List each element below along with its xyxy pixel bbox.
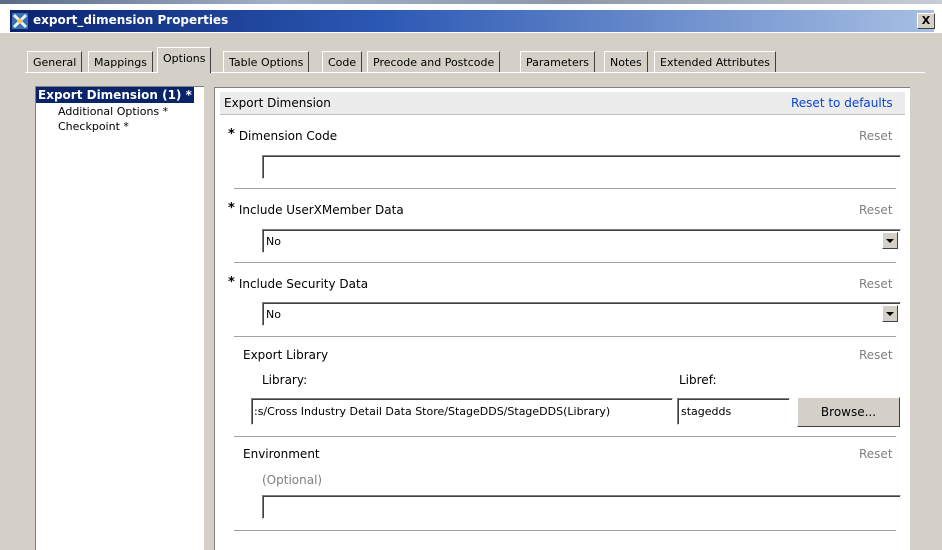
tree-item-export-dimension[interactable]: Export Dimension (1) * xyxy=(36,87,194,103)
chevron-down-icon[interactable] xyxy=(882,232,898,249)
environment-label: Environment xyxy=(243,447,320,461)
options-tree: Export Dimension (1) * Additional Option… xyxy=(35,86,204,550)
tab-options[interactable]: Options xyxy=(157,47,212,73)
include-userxmember-label: * Include UserXMember Data xyxy=(228,201,404,217)
divider xyxy=(234,188,896,189)
include-security-reset[interactable]: Reset xyxy=(859,277,893,291)
export-library-label: Export Library xyxy=(243,348,329,362)
libref-input[interactable]: stagedds xyxy=(677,398,790,425)
tree-item-additional-options[interactable]: Additional Options * xyxy=(58,105,168,118)
tab-extended-attributes[interactable]: Extended Attributes xyxy=(654,51,777,73)
dimension-code-label: * Dimension Code xyxy=(228,127,338,143)
tab-general[interactable]: General xyxy=(27,51,83,73)
dimension-code-input[interactable] xyxy=(262,155,901,179)
browse-button[interactable]: Browse... xyxy=(797,397,900,427)
reset-to-defaults-link[interactable]: Reset to defaults xyxy=(791,96,893,110)
tab-code[interactable]: Code xyxy=(322,51,363,73)
required-marker: * xyxy=(228,201,235,216)
required-marker: * xyxy=(228,127,235,142)
library-label: Library: xyxy=(262,373,308,387)
window-title: export_dimension Properties xyxy=(33,13,229,27)
environment-hint: (Optional) xyxy=(262,473,323,487)
include-userxmember-value: No xyxy=(266,235,281,248)
title-bar: export_dimension Properties X xyxy=(0,0,942,33)
chevron-down-icon[interactable] xyxy=(882,305,898,322)
include-userxmember-select[interactable]: No xyxy=(262,229,901,253)
include-security-label: * Include Security Data xyxy=(228,275,369,291)
include-userxmember-reset[interactable]: Reset xyxy=(859,203,893,217)
tab-notes[interactable]: Notes xyxy=(604,51,648,73)
libref-label: Libref: xyxy=(679,373,717,387)
divider xyxy=(234,336,896,337)
tab-precode-postcode[interactable]: Precode and Postcode xyxy=(367,51,501,73)
export-library-reset[interactable]: Reset xyxy=(859,348,893,362)
background-strip xyxy=(0,0,942,4)
divider xyxy=(234,262,896,263)
close-button[interactable]: X xyxy=(917,13,935,29)
app-icon xyxy=(12,13,28,29)
dimension-code-reset[interactable]: Reset xyxy=(859,129,893,143)
tab-mappings[interactable]: Mappings xyxy=(88,51,153,73)
include-security-select[interactable]: No xyxy=(262,302,901,326)
divider xyxy=(234,436,896,437)
tree-item-checkpoint[interactable]: Checkpoint * xyxy=(58,120,129,133)
tab-parameters[interactable]: Parameters xyxy=(520,51,595,73)
environment-input[interactable] xyxy=(262,495,901,519)
required-marker: * xyxy=(228,275,235,290)
tab-table-options[interactable]: Table Options xyxy=(223,51,310,73)
environment-reset[interactable]: Reset xyxy=(859,447,893,461)
divider xyxy=(234,530,896,531)
include-security-value: No xyxy=(266,308,281,321)
section-title: Export Dimension xyxy=(224,96,331,110)
library-input[interactable]: :s/Cross Industry Detail Data Store/Stag… xyxy=(251,398,673,425)
